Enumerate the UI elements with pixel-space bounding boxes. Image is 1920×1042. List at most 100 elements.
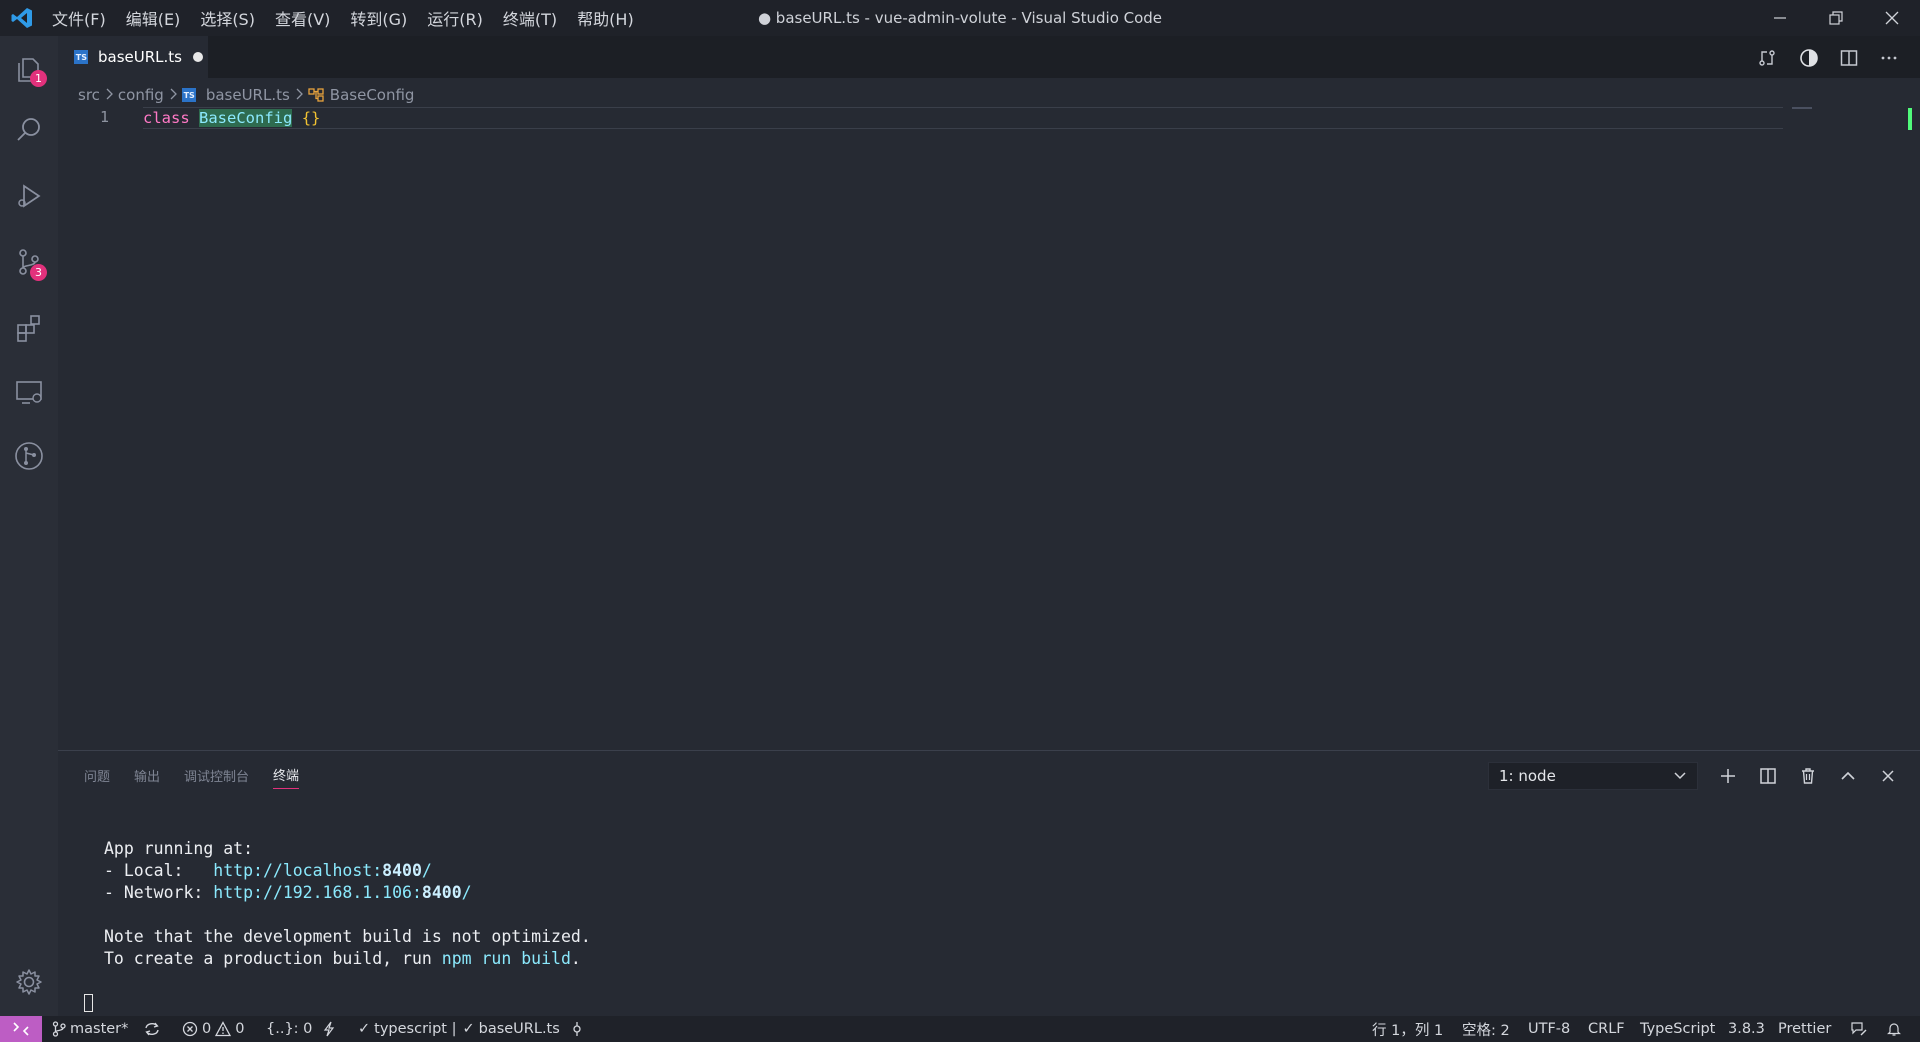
extensions-button[interactable] [0, 298, 58, 358]
cursor-position[interactable]: 行 1，列 1 [1372, 1016, 1443, 1042]
close-window-button[interactable] [1864, 0, 1920, 36]
terminal-local-url[interactable]: http://localhost:8400/ [213, 861, 432, 880]
breadcrumb: src config TS baseURL.ts BaseConfig [78, 84, 414, 106]
source-control-button[interactable]: 3 [0, 232, 58, 292]
code-line[interactable]: class BaseConfig {} [143, 107, 320, 129]
chevron-up-icon [1841, 771, 1855, 780]
typescript-version[interactable]: 3.8.3 [1728, 1016, 1765, 1042]
menu-run[interactable]: 运行(R) [427, 6, 483, 30]
menu-file[interactable]: 文件(F) [52, 6, 106, 30]
menu-view[interactable]: 查看(V) [275, 6, 330, 30]
remote-icon [13, 1022, 29, 1036]
toggle-theme-button[interactable] [1793, 44, 1825, 72]
branch-name: master* [70, 1021, 129, 1037]
terminal-select[interactable]: 1: node [1488, 762, 1698, 790]
tab-debug-console[interactable]: 调试控制台 [184, 766, 249, 789]
restore-button[interactable] [1808, 0, 1864, 36]
typescript-check-status[interactable]: ✓ typescript | ✓ baseURL.ts [358, 1016, 560, 1042]
menu-terminal[interactable]: 终端(T) [503, 6, 557, 30]
scrollbar-change-marker [1908, 108, 1912, 130]
open-changes-button[interactable] [1751, 44, 1783, 72]
unsaved-dot-icon[interactable] [192, 52, 203, 62]
split-terminal-icon [1760, 768, 1776, 784]
lightning-button[interactable] [322, 1016, 340, 1042]
eol-status[interactable]: CRLF [1588, 1016, 1625, 1042]
bell-icon [1887, 1023, 1901, 1036]
gear-icon [16, 969, 42, 995]
chevron-right-icon [169, 86, 177, 104]
terminal-cursor [84, 994, 93, 1012]
terminal-network-label: - Network: [104, 883, 214, 902]
contrast-icon [1800, 49, 1818, 67]
network-url-text: http://192.168.1.106: [213, 883, 422, 902]
menu-go[interactable]: 转到(G) [350, 6, 407, 30]
split-editor-icon [1840, 50, 1858, 66]
terminal-network-url[interactable]: http://192.168.1.106:8400/ [213, 883, 471, 902]
gitlens-button[interactable] [0, 426, 58, 486]
tab-terminal[interactable]: 终端 [273, 765, 300, 789]
language-mode[interactable]: TypeScript [1640, 1016, 1715, 1042]
chevron-down-icon [1674, 772, 1686, 780]
terminal-line: App running at: [104, 839, 254, 858]
line-number: 1 [100, 108, 110, 126]
warning-icon [215, 1021, 232, 1037]
local-url-text: http://localhost: [213, 861, 383, 880]
terminal-prod-cmd: npm run build [441, 949, 571, 968]
explorer-button[interactable]: 1 [0, 40, 58, 100]
sync-button[interactable] [143, 1016, 165, 1042]
run-debug-button[interactable] [0, 166, 58, 226]
editor-area[interactable] [58, 106, 1920, 750]
network-port-text: 8400 [421, 883, 462, 902]
feedback-button[interactable] [1850, 1016, 1872, 1042]
prettier-status[interactable]: Prettier [1778, 1016, 1831, 1042]
branch-status[interactable]: master* [52, 1016, 128, 1042]
file-check-label: baseURL.ts [478, 1021, 560, 1037]
breadcrumb-config[interactable]: config [118, 86, 164, 104]
typescript-file-icon: TS [181, 88, 196, 102]
menu-selection[interactable]: 选择(S) [200, 6, 255, 30]
breadcrumb-symbol[interactable]: BaseConfig [330, 86, 415, 104]
tab-problems[interactable]: 问题 [84, 766, 110, 789]
remote-explorer-icon [16, 381, 42, 404]
notifications-button[interactable] [1886, 1016, 1906, 1042]
more-actions-button[interactable] [1873, 44, 1905, 72]
terminal-prod-suffix: . [570, 949, 581, 968]
check-icon: ✓ [462, 1021, 475, 1037]
tab-output[interactable]: 输出 [134, 766, 160, 789]
settings-button[interactable] [0, 952, 58, 1012]
kill-terminal-button[interactable] [1794, 762, 1822, 790]
close-icon [1882, 770, 1894, 782]
git-branch-icon [52, 1021, 66, 1037]
encoding-status[interactable]: UTF-8 [1528, 1016, 1570, 1042]
split-terminal-button[interactable] [1754, 762, 1782, 790]
commit-button[interactable] [570, 1016, 588, 1042]
chevron-right-icon [105, 86, 113, 104]
search-icon [17, 118, 40, 141]
terminal-output[interactable]: App running at: - Local: http://localhos… [104, 838, 591, 970]
minimize-button[interactable] [1752, 0, 1808, 36]
search-button[interactable] [0, 100, 58, 160]
vscode-logo-icon [10, 6, 34, 30]
chevron-right-icon [295, 86, 303, 104]
menu-edit[interactable]: 编辑(E) [126, 6, 181, 30]
error-icon [182, 1021, 198, 1037]
maximize-panel-button[interactable] [1834, 762, 1862, 790]
bracket-status[interactable]: {..}: 0 [266, 1016, 312, 1042]
tab-baseurl-ts[interactable]: TS baseURL.ts [58, 36, 208, 78]
menu-bar: 文件(F) 编辑(E) 选择(S) 查看(V) 转到(G) 运行(R) 终端(T… [52, 0, 654, 36]
extensions-icon [17, 315, 40, 342]
close-panel-button[interactable] [1874, 762, 1902, 790]
indentation-status[interactable]: 空格: 2 [1462, 1016, 1510, 1042]
problems-status[interactable]: 0 0 [182, 1016, 244, 1042]
git-commit-icon [573, 1022, 581, 1036]
split-editor-button[interactable] [1833, 44, 1865, 72]
breadcrumb-src[interactable]: src [78, 86, 100, 104]
explorer-badge: 1 [30, 70, 47, 87]
remote-indicator-button[interactable] [0, 1016, 42, 1042]
new-terminal-button[interactable] [1714, 762, 1742, 790]
panel-tabs: 问题 输出 调试控制台 终端 [84, 764, 323, 790]
gitlens-icon [15, 442, 43, 470]
remote-explorer-button[interactable] [0, 362, 58, 422]
breadcrumb-file[interactable]: baseURL.ts [206, 86, 290, 104]
menu-help[interactable]: 帮助(H) [577, 6, 634, 30]
